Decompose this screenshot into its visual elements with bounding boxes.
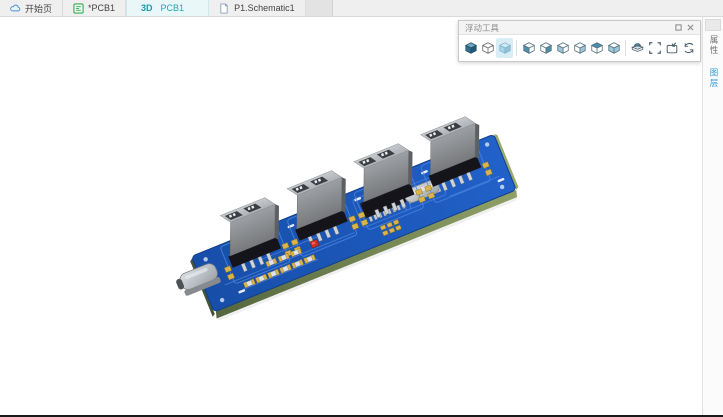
view-3d-board-button[interactable] xyxy=(629,38,646,58)
tab-home-label: 开始页 xyxy=(25,2,52,15)
view-right-button[interactable] xyxy=(571,38,588,58)
wireframe-cube-icon xyxy=(481,41,495,55)
view-front-cube-icon xyxy=(522,41,536,55)
view-translucent-button[interactable] xyxy=(496,38,513,58)
cloud-icon xyxy=(10,3,21,14)
floating-toolbar-buttons xyxy=(459,35,700,61)
tab-home[interactable]: 开始页 xyxy=(0,0,63,16)
right-dock: 属性 图层 xyxy=(702,17,723,415)
rotate-reset-button[interactable] xyxy=(680,38,697,58)
tab-3d-prefix: 3D xyxy=(141,3,153,13)
view-front-button[interactable] xyxy=(520,38,537,58)
pcb-3d-viewport[interactable] xyxy=(0,17,702,415)
view-left-cube-icon xyxy=(556,41,570,55)
fit-view-icon xyxy=(648,41,662,55)
view-solid-button[interactable] xyxy=(462,38,479,58)
dock-collapse-button[interactable] xyxy=(705,19,721,31)
tab-3d-label: PCB1 xyxy=(161,3,185,13)
tab-stub xyxy=(306,0,333,16)
toolbar-separator xyxy=(516,40,517,56)
tab-pcb1[interactable]: *PCB1 xyxy=(63,0,126,16)
zoom-box-button[interactable] xyxy=(663,38,680,58)
floating-toolbar-title: 浮动工具 xyxy=(465,22,672,34)
document-icon xyxy=(219,3,230,14)
pcb-icon xyxy=(73,3,84,14)
view-top-cube-icon xyxy=(590,41,604,55)
view-back-button[interactable] xyxy=(537,38,554,58)
view-right-cube-icon xyxy=(573,41,587,55)
translucent-cube-icon xyxy=(498,41,512,55)
undock-icon[interactable] xyxy=(672,22,684,33)
floating-toolbar-titlebar[interactable]: 浮动工具 xyxy=(459,21,700,35)
pcb-3d-render xyxy=(0,17,702,415)
floating-toolbar: 浮动工具 xyxy=(458,20,701,62)
tab-bar: 开始页 *PCB1 3D PCB1 P1.Schematic1 xyxy=(0,0,723,17)
toolbar-separator xyxy=(625,40,626,56)
dock-tab-layers[interactable]: 图层 xyxy=(706,68,720,89)
view-left-button[interactable] xyxy=(554,38,571,58)
dock-tab-properties[interactable]: 属性 xyxy=(706,35,720,56)
board-3d-icon xyxy=(630,41,645,55)
view-bottom-button[interactable] xyxy=(605,38,622,58)
view-bottom-cube-icon xyxy=(607,41,621,55)
view-top-button[interactable] xyxy=(588,38,605,58)
solid-cube-icon xyxy=(464,41,478,55)
view-wireframe-button[interactable] xyxy=(479,38,496,58)
tab-schematic1[interactable]: P1.Schematic1 xyxy=(209,0,306,16)
close-icon[interactable] xyxy=(684,22,696,33)
tab-schematic1-label: P1.Schematic1 xyxy=(234,3,295,13)
rotate-view-icon xyxy=(682,41,696,55)
tab-pcb1-label: *PCB1 xyxy=(88,3,115,13)
box-zoom-icon xyxy=(665,41,679,55)
tab-3d-pcb1[interactable]: 3D PCB1 xyxy=(126,0,209,16)
view-back-cube-icon xyxy=(539,41,553,55)
zoom-fit-button[interactable] xyxy=(646,38,663,58)
